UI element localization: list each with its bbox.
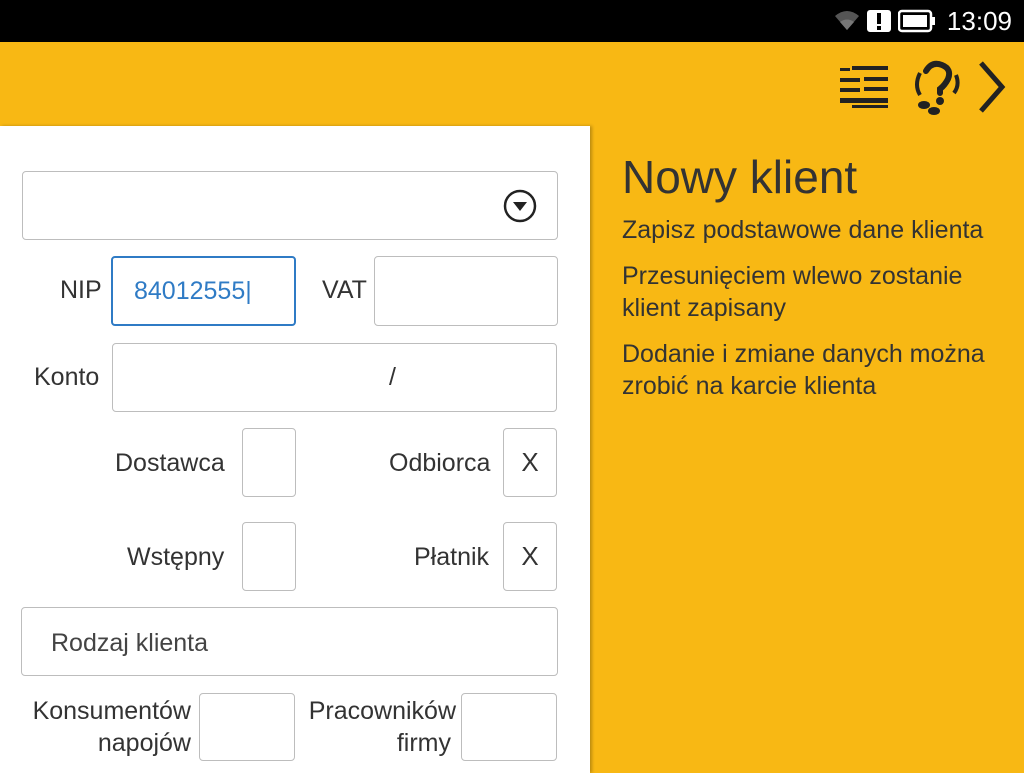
platnik-checkbox[interactable]: X [503,522,557,591]
pracownikow-input[interactable] [461,693,557,761]
platnik-value: X [521,541,539,571]
dostawca-checkbox[interactable] [242,428,296,497]
toolbar [0,42,1024,126]
pracownikow-label-line2: firmy [396,729,451,757]
wstepny-value [243,523,295,590]
konto-value: / [389,363,396,391]
dostawca-label: Dostawca [115,449,225,477]
info-paragraph: Przesunięciem wlewo zostanie klient zapi… [622,262,963,322]
odbiorca-value: X [521,447,539,477]
status-time: 13:09 [946,6,1012,36]
info-paragraph: Zapisz podstawowe dane klienta [622,216,984,244]
client-kind-placeholder: Rodzaj klienta [51,629,209,657]
konto-input[interactable]: / [112,343,557,412]
konsumentow-label-line2: napojów [97,729,191,757]
konsumentow-label-line1: Konsumentów [32,697,191,725]
alert-icon [866,9,892,38]
battery-icon [897,9,936,38]
dropdown-chevron-icon [503,189,537,228]
nip-input[interactable]: 84012555| [111,256,296,326]
pracownikow-label-line1: Pracowników [308,697,456,725]
status-bar: 13:09 [0,0,1024,42]
next-chevron-icon[interactable] [976,59,1008,120]
wstepny-label: Wstępny [127,543,225,571]
nip-value: 84012555| [134,277,252,305]
nip-label: NIP [60,276,102,304]
wstepny-checkbox[interactable] [242,522,296,591]
vat-label: VAT [322,276,367,304]
help-icon[interactable] [912,59,962,120]
odbiorca-label: Odbiorca [389,449,491,477]
platnik-label: Płatnik [414,543,490,571]
konto-label: Konto [34,363,100,391]
info-title: Nowy klient [622,151,858,203]
list-icon[interactable] [838,64,890,115]
vat-input[interactable] [374,256,558,326]
client-form-panel: NIP 84012555| VAT Konto / Dostawca Odbio… [0,126,590,773]
konsumentow-input[interactable] [199,693,295,761]
info-paragraph: Dodanie i zmiane danych można zrobić na … [622,340,985,400]
client-kind-input[interactable]: Rodzaj klienta [21,607,558,676]
dostawca-value [243,429,295,496]
wifi-icon [834,9,860,38]
odbiorca-checkbox[interactable]: X [503,428,557,497]
customer-type-select[interactable] [22,171,558,240]
info-panel: Nowy klient Zapisz podstawowe dane klien… [622,150,1017,416]
